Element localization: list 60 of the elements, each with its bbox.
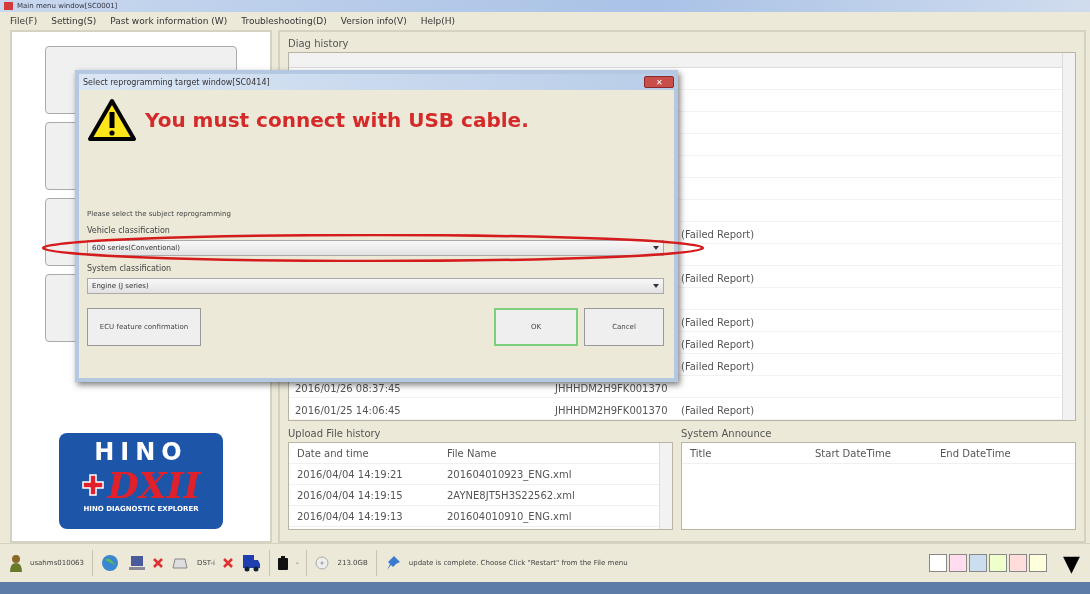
table-cell: 2016/01/26 08:37:45: [295, 383, 401, 394]
toolbar-icon[interactable]: [969, 554, 988, 572]
logo-brand: HINO: [94, 439, 188, 465]
table-cell-text: 201604010910_ENG.xml: [447, 510, 573, 522]
device-icon[interactable]: [171, 557, 189, 569]
menu-item[interactable]: Troubleshooting(D): [241, 16, 327, 26]
dialog-title: Select reprogramming target window[SC0414]: [83, 77, 270, 87]
table-cell: JHHHDM2H9FK001370: [555, 405, 668, 416]
caret-icon: [653, 246, 659, 250]
table-cell: (Failed Report): [681, 229, 755, 240]
column-header: Start DateTime: [815, 447, 892, 459]
globe-icon[interactable]: [101, 554, 121, 572]
table-cell: (Failed Report): [681, 405, 755, 416]
user-icon: [10, 554, 22, 572]
column-header: File Name: [447, 447, 498, 459]
table-cell: JHHHDM2H9FK001370: [555, 383, 668, 394]
table-cell-text: 2016/04/04 14:19:15: [297, 489, 404, 501]
toolbar-icon[interactable]: [989, 554, 1008, 572]
table-cell: 2016/01/25 14:06:45: [295, 405, 401, 416]
column-header: End DateTime: [940, 447, 1012, 459]
menu-item[interactable]: Version info(V): [340, 16, 407, 26]
cross-icon: [81, 474, 104, 496]
section-title: Upload File history: [288, 428, 382, 439]
toolbar-icon[interactable]: [1009, 554, 1028, 572]
close-icon: [153, 558, 163, 568]
table-cell: (Failed Report): [681, 339, 755, 350]
table-cell: (Failed Report): [681, 361, 755, 372]
close-icon: [222, 558, 233, 568]
column-header: Date and time: [297, 447, 370, 459]
battery-icon: [277, 556, 288, 570]
column-header: Title: [690, 447, 713, 459]
table-cell-text: 2AYNE8JT5H3S22562.xml: [447, 489, 576, 501]
app-icon: [4, 2, 13, 10]
toolbar-icon[interactable]: [1029, 554, 1048, 572]
field-label: System classification: [87, 264, 172, 274]
truck-icon[interactable]: [240, 554, 261, 572]
menu-item[interactable]: Past work information (W): [110, 16, 228, 26]
section-title: Diag history: [288, 38, 350, 49]
logo-mark: DXII: [107, 465, 201, 505]
caret-icon: [653, 284, 659, 288]
close-button[interactable]: ✕: [644, 76, 674, 88]
warning-icon: [87, 98, 137, 142]
disk-icon: [315, 556, 330, 570]
scrollbar[interactable]: [659, 443, 672, 529]
toolbar-icon[interactable]: [949, 554, 968, 572]
toolbar-icon[interactable]: [929, 554, 948, 572]
field-label: Vehicle classification: [87, 226, 170, 236]
table-cell: (Failed Report): [681, 273, 755, 284]
warning-message: You must connect with USB cable.: [145, 108, 529, 132]
section-title: System Announce: [681, 428, 773, 439]
dropdown-glyph[interactable]: ▼: [1063, 550, 1080, 576]
table-cell-text: 2016/04/04 14:19:13: [297, 510, 404, 522]
table-cell-text: 201604010923_ENG.xml: [447, 468, 573, 480]
menu-item[interactable]: File(F): [10, 16, 38, 26]
table-cell: (Failed Report): [681, 317, 755, 328]
laptop-icon[interactable]: [129, 555, 145, 571]
menu-item[interactable]: Setting(S): [51, 16, 97, 26]
menu-item[interactable]: Help(H): [420, 16, 455, 26]
table-cell-text: 2016/04/04 14:19:21: [297, 468, 404, 480]
scrollbar[interactable]: [1062, 53, 1075, 420]
